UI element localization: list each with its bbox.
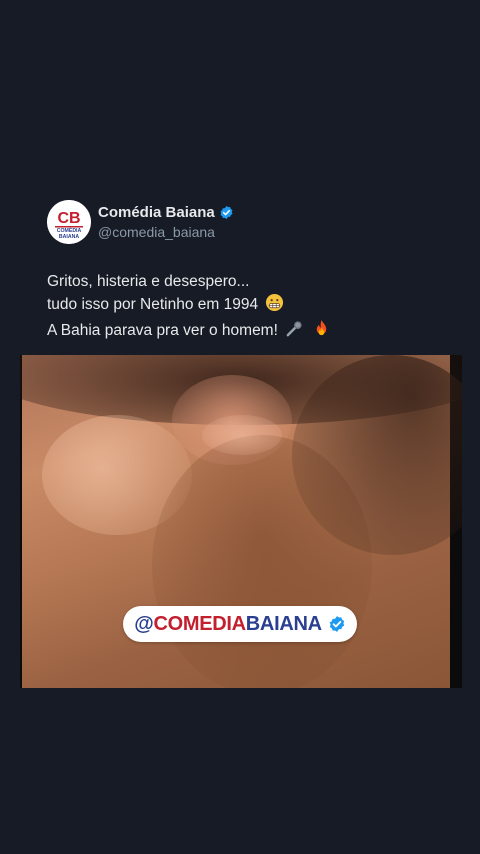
tweet-header: CB COMÉDIA BAIANA Comédia Baiana @comedi… <box>47 200 234 244</box>
tweet-text: Gritos, histeria e desespero... tudo iss… <box>47 270 331 345</box>
tweet-line-1: Gritos, histeria e desespero... <box>47 273 250 290</box>
verified-badge-icon <box>219 205 234 220</box>
watermark-text: @COMEDIABAIANA <box>134 612 322 635</box>
grimacing-face-icon <box>265 293 284 319</box>
account-names: Comédia Baiana @comedia_baiana <box>98 204 234 240</box>
display-name[interactable]: Comédia Baiana <box>98 204 215 221</box>
finger-highlight <box>202 415 282 455</box>
avatar[interactable]: CB COMÉDIA BAIANA <box>47 200 91 244</box>
comedia-baiana-logo-icon: CB COMÉDIA BAIANA <box>47 200 91 244</box>
watermark-badge: @COMEDIABAIANA <box>123 606 357 642</box>
microphone-icon <box>285 319 304 345</box>
account-handle[interactable]: @comedia_baiana <box>98 224 234 240</box>
name-row: Comédia Baiana <box>98 204 234 221</box>
fire-icon <box>312 319 331 345</box>
tweet-line-2: tudo isso por Netinho em 1994 <box>47 293 331 319</box>
svg-text:BAIANA: BAIANA <box>59 234 79 240</box>
svg-text:COMÉDIA: COMÉDIA <box>57 226 82 234</box>
svg-text:CB: CB <box>57 210 80 227</box>
watermark-verified-icon <box>328 615 346 633</box>
tweet-line-3: A Bahia parava pra ver o homem! <box>47 319 331 345</box>
